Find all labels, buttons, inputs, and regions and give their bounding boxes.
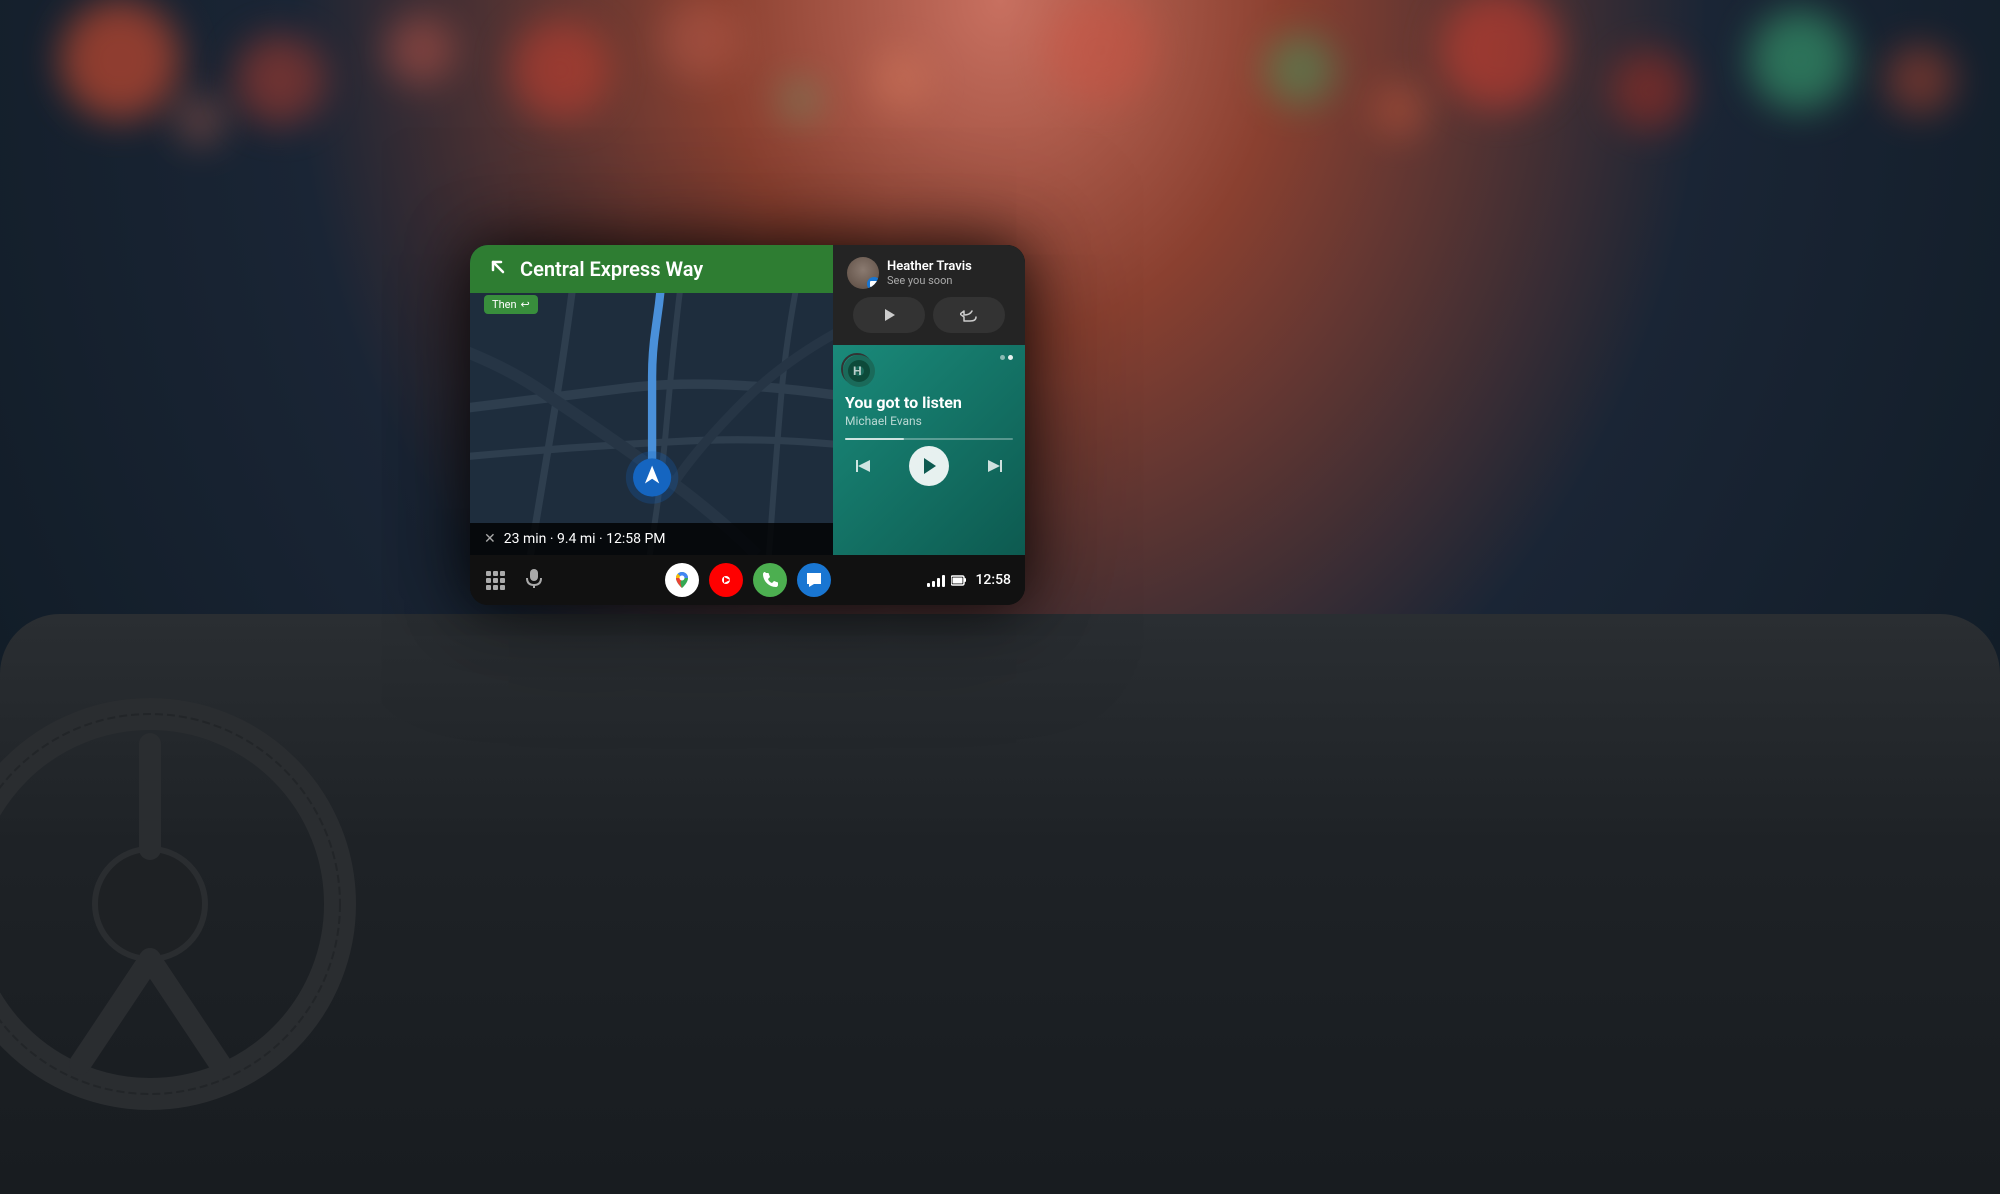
- play-pause-button[interactable]: [909, 446, 949, 486]
- bottom-center-apps: [665, 563, 831, 597]
- close-icon[interactable]: ✕: [484, 531, 496, 547]
- notification-actions: [847, 297, 1011, 333]
- phone-app[interactable]: [753, 563, 787, 597]
- music-dot-2: [1008, 355, 1013, 360]
- main-content: Central Express Way Then ↩ ✕ 23 min · 9.…: [470, 245, 1025, 555]
- contact-name: Heather Travis: [887, 259, 1011, 275]
- prev-button[interactable]: [849, 452, 877, 480]
- turn-arrow-icon: [484, 255, 512, 283]
- music-card[interactable]: H You got to listen Michael Evans: [833, 345, 1025, 555]
- notification-card[interactable]: Heather Travis See you soon: [833, 245, 1025, 345]
- battery-icon: [951, 574, 967, 586]
- bottom-right-status: 12:58: [927, 572, 1011, 588]
- right-panel: Heather Travis See you soon: [833, 245, 1025, 555]
- music-title: You got to listen: [845, 393, 1013, 412]
- svg-text:H: H: [853, 364, 862, 378]
- google-maps-app[interactable]: [665, 563, 699, 597]
- dashboard: [0, 614, 2000, 1194]
- bottom-left-controls: [486, 567, 545, 593]
- notification-text: Heather Travis See you soon: [887, 259, 1011, 288]
- music-dot-1: [1000, 355, 1005, 360]
- maps-panel[interactable]: Central Express Way Then ↩ ✕ 23 min · 9.…: [470, 245, 833, 555]
- apps-grid-button[interactable]: [486, 571, 505, 590]
- progress-bar: [845, 438, 1013, 440]
- album-art: H: [841, 353, 873, 385]
- reply-button[interactable]: [933, 297, 1005, 333]
- eta-text: 23 min · 9.4 mi · 12:58 PM: [504, 531, 666, 547]
- music-artist: Michael Evans: [845, 414, 1013, 428]
- bottom-bar: 12:58: [470, 555, 1025, 605]
- music-info: You got to listen Michael Evans: [845, 393, 1013, 428]
- android-auto-ui: Central Express Way Then ↩ ✕ 23 min · 9.…: [470, 245, 1025, 605]
- android-auto-screen: Central Express Way Then ↩ ✕ 23 min · 9.…: [470, 245, 1025, 605]
- microphone-button[interactable]: [523, 567, 545, 593]
- eta-bar[interactable]: ✕ 23 min · 9.4 mi · 12:58 PM: [470, 523, 833, 555]
- next-button[interactable]: [981, 452, 1009, 480]
- nav-header[interactable]: Central Express Way: [470, 245, 833, 293]
- notification-header: Heather Travis See you soon: [847, 257, 1011, 289]
- street-name: Central Express Way: [520, 257, 819, 281]
- steering-wheel: [0, 694, 360, 1114]
- clock-time: 12:58: [975, 572, 1011, 588]
- music-dots: [1000, 355, 1013, 360]
- signal-bars: [927, 573, 945, 587]
- progress-fill: [845, 438, 904, 440]
- notification-message: See you soon: [887, 274, 1011, 287]
- youtube-music-app[interactable]: [709, 563, 743, 597]
- messages-app[interactable]: [797, 563, 831, 597]
- contact-avatar: [847, 257, 879, 289]
- grid-icon: [486, 571, 505, 590]
- play-button[interactable]: [853, 297, 925, 333]
- nav-then: Then ↩: [484, 295, 538, 314]
- music-controls: [845, 446, 1013, 486]
